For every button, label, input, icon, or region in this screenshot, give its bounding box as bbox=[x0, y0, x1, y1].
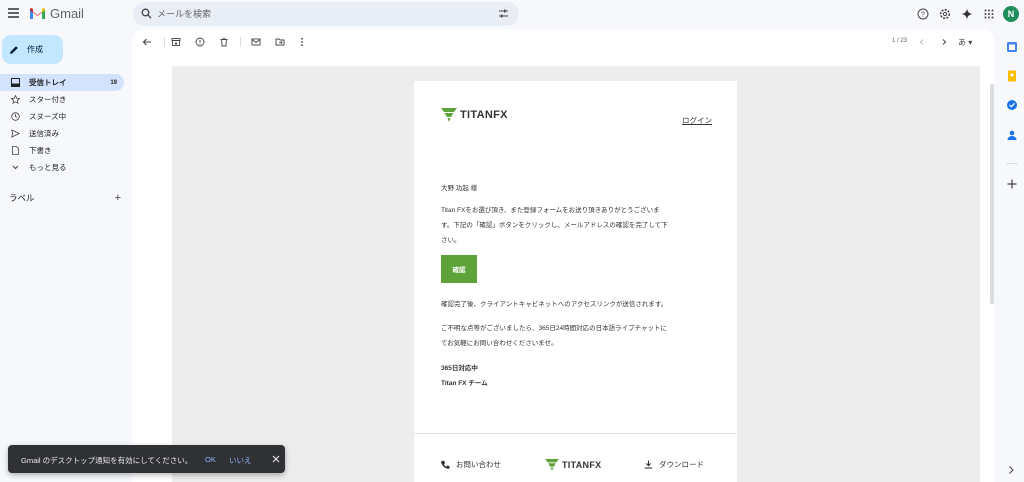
report-spam-icon[interactable] bbox=[194, 36, 206, 48]
compose-button[interactable]: 作成 bbox=[2, 35, 63, 64]
intro-line: さい。 bbox=[441, 237, 461, 244]
gemini-sparkle-icon[interactable] bbox=[956, 3, 978, 25]
back-arrow-icon[interactable] bbox=[141, 36, 153, 48]
vertical-scrollbar[interactable] bbox=[990, 84, 994, 304]
sidebar-item-label: 下書き bbox=[29, 146, 52, 155]
sidebar-item-sent[interactable]: 送信済み bbox=[0, 125, 128, 142]
message-toolbar: 1 / 23 あ ▾ bbox=[132, 29, 994, 55]
move-to-icon[interactable] bbox=[274, 36, 286, 48]
contacts-icon[interactable] bbox=[1006, 129, 1018, 141]
app-name: Gmail bbox=[50, 6, 84, 21]
apps-grid-icon[interactable] bbox=[978, 3, 1000, 25]
contact-link[interactable]: お問い合わせ bbox=[441, 459, 501, 470]
add-addon-icon[interactable] bbox=[1006, 178, 1018, 190]
search-options-icon[interactable] bbox=[498, 8, 509, 19]
side-panel-divider bbox=[1006, 163, 1018, 164]
email-card: TITANFX ログイン 大野 功起 様 Titan FXをお選び頂き、また登録… bbox=[414, 81, 737, 482]
toolbar-divider bbox=[240, 37, 241, 47]
close-icon[interactable] bbox=[270, 453, 282, 465]
sidebar-item-drafts[interactable]: 下書き bbox=[0, 142, 128, 159]
sidebar-item-label: 受信トレイ bbox=[29, 78, 67, 87]
info-paragraph: 確認完了後、クライアントキャビネットへのアクセスリンクが送信されます。 bbox=[441, 301, 668, 308]
add-label-button[interactable]: + bbox=[115, 192, 121, 204]
intro-line: Titan FXをお選び頂き、また登録フォームをお送り頂きありがとうございま bbox=[441, 207, 660, 214]
mark-unread-icon[interactable] bbox=[250, 36, 262, 48]
contact-label: お問い合わせ bbox=[456, 460, 501, 469]
calendar-icon[interactable] bbox=[1006, 41, 1018, 53]
greeting: 大野 功起 様 bbox=[441, 185, 478, 192]
sidebar-item-label: スヌーズ中 bbox=[29, 112, 67, 121]
login-link[interactable]: ログイン bbox=[682, 115, 712, 126]
signature: 365日対応中 Titan FX チーム bbox=[441, 361, 711, 391]
top-right-controls: ? N bbox=[912, 3, 1024, 25]
email-footer: お問い合わせ TITANFX ダウンロード bbox=[414, 433, 737, 482]
older-chevron-icon[interactable] bbox=[938, 36, 950, 48]
intro-paragraph: Titan FXをお選び頂き、また登録フォームをお送り頂きありがとうございま す… bbox=[441, 203, 711, 248]
pencil-icon bbox=[10, 45, 18, 54]
search-input[interactable] bbox=[157, 6, 457, 22]
snackbar-ok-button[interactable]: OK bbox=[205, 455, 216, 464]
phone-icon bbox=[441, 460, 450, 469]
gmail-logo[interactable]: Gmail bbox=[29, 6, 84, 21]
gmail-m-icon bbox=[30, 8, 45, 19]
sidebar-nav: 受信トレイ 19 スター付き スヌーズ中 送信済み 下書き もっと見る bbox=[0, 74, 128, 176]
newer-chevron-icon[interactable] bbox=[916, 36, 928, 48]
snackbar-message: Gmail のデスクトップ通知を有効にしてください。 bbox=[21, 456, 193, 465]
top-bar: Gmail ? N bbox=[0, 0, 1024, 28]
labels-section: ラベル + bbox=[9, 192, 121, 204]
sidebar-item-label: もっと見る bbox=[29, 163, 67, 172]
compose-label: 作成 bbox=[27, 45, 43, 54]
search-icon[interactable] bbox=[141, 8, 152, 19]
support-line: てお気軽にお問い合わせくださいませ。 bbox=[441, 340, 558, 347]
signature-line: Titan FX チーム bbox=[441, 380, 488, 387]
download-link[interactable]: ダウンロード bbox=[644, 459, 704, 470]
main-content: 1 / 23 あ ▾ TITANFX ログイン 大野 功起 様 Titan FX… bbox=[132, 29, 994, 482]
snackbar-no-button[interactable]: いいえ bbox=[229, 455, 252, 466]
labels-title: ラベル bbox=[9, 193, 35, 203]
sidebar-item-snoozed[interactable]: スヌーズ中 bbox=[0, 108, 128, 125]
footer-brand-name: TITANFX bbox=[562, 460, 602, 470]
confirm-button[interactable]: 確認 bbox=[441, 255, 477, 283]
sidebar-item-starred[interactable]: スター付き bbox=[0, 91, 128, 108]
delete-icon[interactable] bbox=[218, 36, 230, 48]
sidebar-item-inbox[interactable]: 受信トレイ 19 bbox=[0, 74, 124, 91]
toolbar-divider bbox=[164, 37, 165, 47]
draft-icon bbox=[10, 146, 20, 156]
svg-text:?: ? bbox=[921, 12, 925, 19]
intro-line: す。下記の「確認」ボタンをクリックし、メールアドレスの確認を完了して下 bbox=[441, 222, 668, 229]
download-icon bbox=[644, 460, 653, 469]
search-bar[interactable] bbox=[133, 2, 519, 26]
sidebar-item-label: 送信済み bbox=[29, 129, 59, 138]
brand-name: TITANFX bbox=[460, 109, 508, 121]
expand-panel-chevron-icon[interactable] bbox=[1006, 465, 1018, 477]
signature-line: 365日対応中 bbox=[441, 365, 478, 372]
input-tools-selector[interactable]: あ ▾ bbox=[958, 37, 972, 48]
archive-icon[interactable] bbox=[170, 36, 182, 48]
account-avatar[interactable]: N bbox=[1003, 6, 1019, 22]
support-line: ご不明な点等がございましたら、365日24時間対応の日本語ライブチャットに bbox=[441, 325, 668, 332]
inbox-icon bbox=[10, 78, 20, 88]
footer-logo: TITANFX bbox=[545, 459, 601, 471]
unread-count: 19 bbox=[110, 79, 117, 86]
sidebar-item-more[interactable]: もっと見る bbox=[0, 159, 128, 176]
sidebar-item-label: スター付き bbox=[29, 95, 67, 104]
message-view: TITANFX ログイン 大野 功起 様 Titan FXをお選び頂き、また登録… bbox=[172, 66, 980, 482]
more-vert-icon[interactable] bbox=[296, 36, 308, 48]
download-label: ダウンロード bbox=[659, 460, 704, 469]
tasks-icon[interactable] bbox=[1006, 99, 1018, 111]
snooze-icon bbox=[10, 112, 20, 122]
help-icon[interactable]: ? bbox=[912, 3, 934, 25]
send-icon bbox=[10, 129, 20, 139]
titanfx-logo: TITANFX bbox=[441, 108, 508, 122]
titanfx-emblem-icon bbox=[545, 459, 559, 471]
titanfx-emblem-icon bbox=[441, 108, 457, 122]
star-icon bbox=[10, 95, 20, 105]
pagination-count: 1 / 23 bbox=[892, 38, 908, 44]
main-menu-button[interactable] bbox=[8, 8, 20, 20]
notification-snackbar: Gmail のデスクトップ通知を有効にしてください。 OK いいえ bbox=[8, 445, 285, 473]
settings-gear-icon[interactable] bbox=[934, 3, 956, 25]
support-paragraph: ご不明な点等がございましたら、365日24時間対応の日本語ライブチャットに てお… bbox=[441, 321, 711, 351]
keep-icon[interactable] bbox=[1006, 70, 1018, 82]
chevron-down-icon bbox=[10, 163, 20, 173]
